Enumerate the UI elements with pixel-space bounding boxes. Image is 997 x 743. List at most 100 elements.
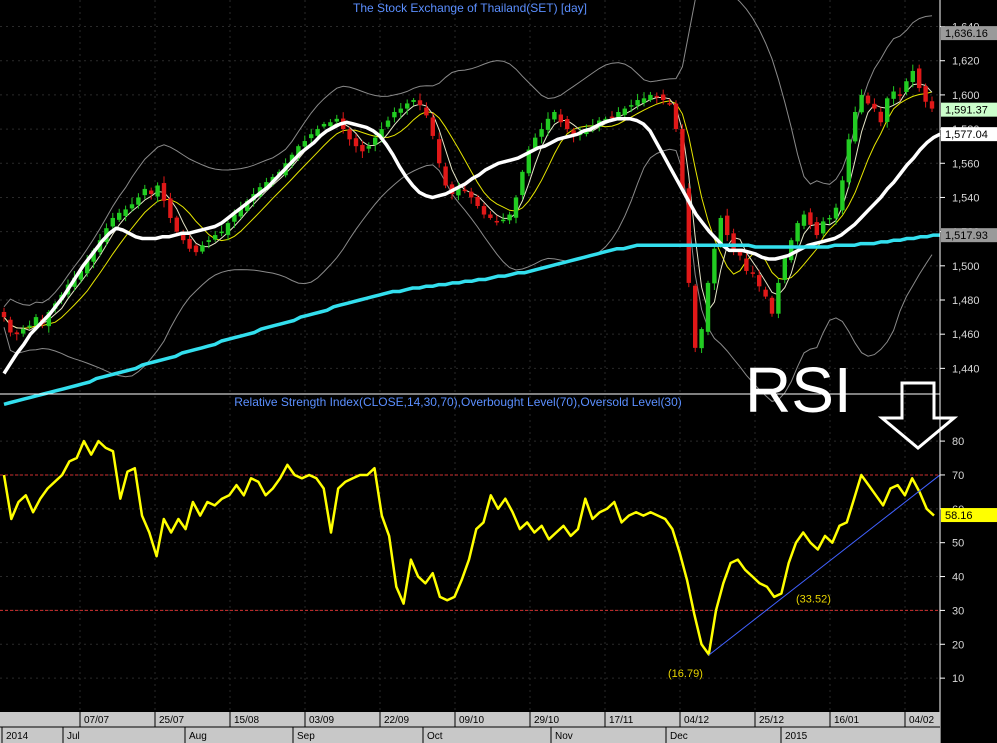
x-period-label: Sep (297, 731, 315, 742)
candle-body (641, 98, 647, 103)
candle-body (654, 95, 659, 98)
candle-body (136, 197, 141, 205)
candle-body (334, 118, 339, 122)
candle-body (168, 198, 173, 218)
price-tick-label: 1,440 (952, 363, 980, 375)
candle-body (558, 114, 563, 123)
x-period-label: Dec (670, 731, 688, 742)
candle-body (865, 95, 871, 104)
candle-body (200, 245, 205, 252)
rsi-annotation: (33.52) (796, 593, 831, 605)
candle-body (494, 220, 499, 223)
rsi-tick-label: 70 (952, 470, 964, 482)
rsi-tick-label: 20 (952, 639, 964, 651)
candle-body (225, 223, 231, 235)
candle-body (789, 240, 794, 261)
candle-body (859, 94, 864, 113)
candle-body (929, 101, 935, 109)
candle-body (923, 86, 928, 102)
candle-body (155, 185, 160, 197)
candle-body (795, 223, 800, 242)
candle-body (360, 144, 365, 152)
x-date-label: 22/09 (384, 715, 409, 726)
candle-body (385, 120, 391, 127)
price-tick-label: 1,600 (952, 90, 980, 102)
candle-body (475, 196, 480, 206)
x-period-label: Aug (189, 731, 207, 742)
candle-body (481, 206, 487, 215)
candle-body (776, 282, 781, 314)
price-tick-label: 1,620 (952, 56, 980, 68)
x-period-label: Jul (67, 731, 80, 742)
candle-body (622, 108, 627, 115)
candle-body (321, 123, 327, 127)
candle-body (673, 103, 679, 130)
x-period-label: Nov (555, 731, 573, 742)
candle-body (897, 94, 903, 96)
candle-body (904, 81, 909, 92)
candle-body (885, 98, 890, 122)
candle-body (763, 289, 768, 297)
candle-body (750, 272, 755, 274)
candle-body (616, 112, 621, 117)
candle-body (737, 252, 743, 256)
price-chart-title: The Stock Exchange of Thailand(SET) [day… (353, 1, 587, 15)
candle-body (648, 94, 653, 101)
candle-body (878, 111, 883, 123)
candle-body (782, 257, 787, 280)
candle-body (309, 134, 314, 139)
candle-body (424, 107, 429, 116)
candle-body (174, 217, 179, 232)
candle-body (853, 112, 858, 142)
stock-chart: (16.79)(33.52) 1,4401,4601,4801,5001,520… (0, 0, 997, 743)
candle-body (353, 138, 359, 147)
candle-body (437, 139, 442, 164)
candle-body (27, 325, 32, 328)
candle-body (545, 118, 551, 130)
candle-body (635, 100, 640, 106)
x-period-label: Oct (427, 731, 443, 742)
candle-body (846, 139, 851, 183)
candle-body (462, 189, 467, 192)
candle-body (149, 190, 154, 195)
rsi-chart-title: Relative Strength Index(CLOSE,14,30,70),… (234, 395, 682, 409)
candle-body (693, 285, 698, 348)
candle-body (910, 70, 915, 83)
candle-body (373, 137, 378, 145)
candle-body (129, 204, 135, 209)
candle-body (520, 171, 525, 196)
candle-body (757, 275, 762, 287)
candle-body (347, 129, 352, 140)
rsi-tick-label: 50 (952, 538, 964, 550)
x-date-label: 29/10 (534, 715, 559, 726)
candle-body (366, 146, 371, 149)
candle-body (699, 329, 704, 349)
candle-body (501, 219, 506, 222)
candle-body (680, 128, 685, 189)
candle-body (302, 141, 307, 147)
price-tick-label: 1,480 (952, 295, 980, 307)
price-tick-label: 1,540 (952, 192, 980, 204)
candle-body (206, 240, 211, 242)
candle-body (661, 94, 666, 101)
candle-body (488, 214, 493, 218)
candle-body (142, 188, 147, 196)
candle-body (430, 117, 435, 136)
candle-body (213, 235, 218, 240)
rsi-tick-label: 80 (952, 436, 964, 448)
rsi-tick-label: 40 (952, 572, 964, 584)
price-value-label: 1,636.16 (945, 28, 988, 40)
x-period-label: 2015 (785, 731, 808, 742)
candle-body (808, 212, 813, 225)
rsi-last-value-label: 58.16 (945, 510, 973, 522)
x-date-label: 25/07 (159, 715, 184, 726)
x-date-label: 03/09 (309, 715, 334, 726)
candle-body (1, 311, 7, 318)
candle-body (405, 103, 410, 109)
candle-body (609, 116, 615, 119)
price-tick-label: 1,560 (952, 158, 980, 170)
x-date-label: 25/12 (759, 715, 784, 726)
candle-body (411, 100, 416, 102)
candle-body (821, 221, 826, 234)
x-date-label: 16/01 (834, 715, 859, 726)
